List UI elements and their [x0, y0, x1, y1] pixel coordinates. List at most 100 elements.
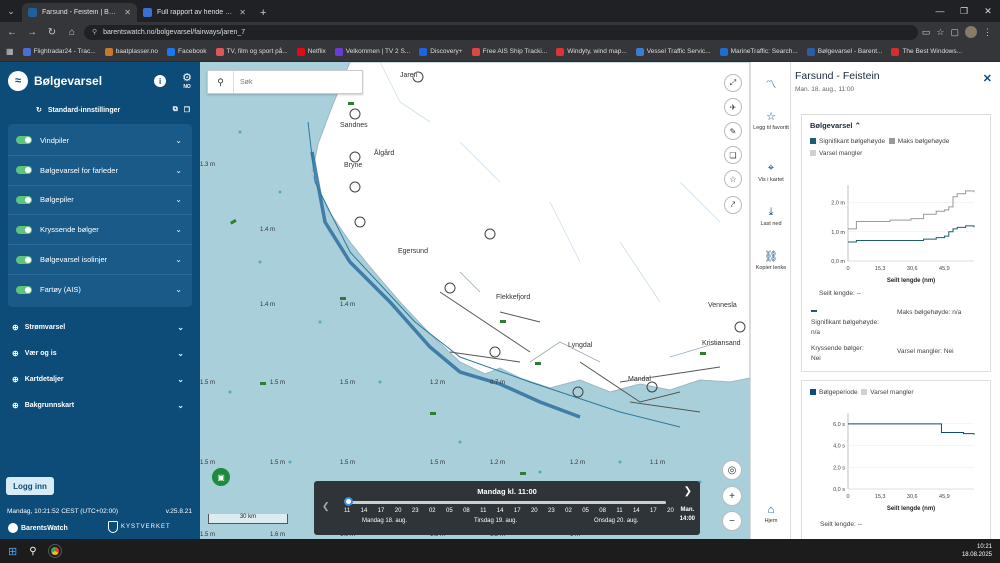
chevron-down-icon[interactable]: ⌄ [175, 255, 182, 264]
timeline-slider-handle[interactable] [344, 497, 353, 506]
layer-toggle[interactable] [16, 166, 32, 175]
close-panel-icon[interactable]: ✕ [983, 72, 992, 85]
chevron-down-icon[interactable]: ⌄ [177, 401, 184, 410]
barentswatch-logo[interactable]: BarentsWatch [8, 523, 68, 533]
map-view[interactable]: ⚲ Jaren Sandnes Ålgård Bryne Egersund Fl… [200, 62, 750, 539]
legend-sig-item[interactable]: Signifikant bølgehøyde [810, 138, 885, 145]
search-icon[interactable]: ⚲ [208, 71, 234, 93]
bookmark-item[interactable]: MarineTraffic: Search... [719, 47, 798, 56]
tab-search-icon[interactable]: ⌄ [0, 0, 22, 22]
bookmark-item[interactable]: The Best Windows... [891, 47, 962, 56]
layer-group-row[interactable]: ⊕ Strømvarsel ⌄ [0, 315, 200, 341]
apps-icon[interactable]: ▦ [6, 47, 14, 56]
home-button[interactable]: ⌂ Hjem [751, 504, 791, 524]
favorite-map-icon[interactable]: ☆ [724, 170, 742, 188]
legend-max-item[interactable]: Maks bølgehøyde [888, 138, 949, 145]
chevron-down-icon[interactable]: ⌄ [177, 323, 184, 332]
bookmark-item[interactable]: Discovery+ [419, 47, 463, 56]
wave-height-chart[interactable]: 0,0 m 1,0 m 2,0 m 0 15,3 30,6 45,9 Seilt lengde… [802, 175, 990, 285]
start-icon[interactable]: ⊞ [8, 545, 17, 558]
reload-icon[interactable]: ↻ [44, 24, 60, 40]
close-tab-icon[interactable]: ✕ [124, 8, 131, 17]
site-info-icon[interactable]: ⚲ [92, 28, 97, 36]
home-icon[interactable]: ⌂ [64, 24, 80, 40]
bookmark-item[interactable]: baatplasser.no [104, 47, 158, 56]
taskbar-clock[interactable]: 10:21 18.08.2025 [962, 543, 992, 559]
wave-period-chart[interactable]: 0,0 s 2,0 s 4,0 s 6,0 s 0 15,3 30,6 45,9 Seilt l… [802, 403, 990, 513]
cast-icon[interactable]: ▭ [922, 27, 931, 38]
login-button[interactable]: Logg inn [6, 477, 54, 495]
search-input[interactable] [234, 71, 362, 93]
bookmark-item[interactable]: Velkommen | TV 2 S... [334, 47, 410, 56]
layer-row[interactable]: Bølgevarsel for farleder ⌄ [8, 156, 192, 186]
profile-avatar[interactable] [965, 26, 977, 38]
layers-icon[interactable]: ❐ [184, 106, 190, 114]
bookmark-item[interactable]: Facebook [167, 47, 207, 56]
legend-period-item[interactable]: Bølgeperiode [810, 389, 858, 396]
layer-row[interactable]: Kryssende bølger ⌄ [8, 215, 192, 246]
fullscreen-button[interactable]: ⤢ [724, 74, 742, 92]
copy-icon[interactable]: ⧉ [173, 106, 178, 114]
bookmark-item[interactable]: Netflix [296, 47, 326, 56]
download-button[interactable]: ⤓ Last ned [751, 206, 791, 227]
bookmark-item[interactable]: Vessel Traffic Servic... [635, 47, 711, 56]
chevron-down-icon[interactable]: ⌄ [175, 166, 182, 175]
favorite-button[interactable]: ☆ Legg til favoritt [751, 110, 791, 131]
timeline-prev-button[interactable]: ❮ [322, 501, 330, 512]
legend-missing-item[interactable]: Varsel mangler [861, 389, 914, 396]
back-icon[interactable]: ← [4, 24, 20, 40]
chevron-down-icon[interactable]: ⌄ [177, 375, 184, 384]
layers-map-icon[interactable]: ❏ [724, 146, 742, 164]
measure-icon[interactable]: ✎ [724, 122, 742, 140]
close-tab-icon[interactable]: ✕ [239, 8, 246, 17]
layer-toggle[interactable] [16, 136, 32, 145]
layer-group-row[interactable]: ⊕ Vær og is ⌄ [0, 341, 200, 367]
copy-link-button[interactable]: ⛓ Kopier lenke [751, 250, 791, 271]
browser-tab-active[interactable]: Farsund - Feistein | Bølgevarsel ✕ [22, 3, 137, 22]
timeline-next-button[interactable]: ❯ [684, 486, 692, 497]
taskbar-search-icon[interactable]: ⚲ [29, 546, 36, 557]
extensions-icon[interactable]: ▢ [950, 27, 959, 38]
settings-button[interactable]: ⚙ NO [182, 72, 192, 90]
bookmark-item[interactable]: Flightradar24 - Trac... [22, 47, 96, 56]
locate-icon[interactable]: ◎ [722, 460, 742, 480]
bookmark-item[interactable]: Free AIS Ship Tracki... [471, 47, 547, 56]
kystverket-logo[interactable]: KYSTVERKET [108, 521, 171, 533]
show-map-button[interactable]: ⌖ Vis i kartet [751, 162, 791, 183]
chevron-down-icon[interactable]: ⌄ [177, 349, 184, 358]
layer-toggle[interactable] [16, 195, 32, 204]
bookmark-item[interactable]: TV, film og sport på... [215, 47, 288, 56]
wave-section-header[interactable]: Bølgevarsel ⌃ [802, 115, 990, 136]
layer-toggle[interactable] [16, 255, 32, 264]
layer-toggle[interactable] [16, 225, 32, 234]
bookmark-star-icon[interactable]: ☆ [936, 27, 944, 38]
reset-icon[interactable]: ↻ [36, 106, 42, 114]
close-window-icon[interactable]: ✕ [976, 6, 1000, 17]
restore-icon[interactable]: ❐ [952, 6, 976, 17]
chevron-down-icon[interactable]: ⌄ [175, 195, 182, 204]
chat-icon[interactable]: ▣ [212, 468, 230, 486]
legend-missing-item[interactable]: Varsel mangler [810, 150, 862, 157]
layer-toggle[interactable] [16, 285, 32, 294]
share-icon[interactable]: ⤤ [724, 196, 742, 214]
bookmark-item[interactable]: Bølgevarsel - Barent... [806, 47, 882, 56]
zoom-in-button[interactable]: + [722, 486, 742, 506]
layer-row[interactable]: Bølgepiler ⌄ [8, 186, 192, 216]
layer-group-row[interactable]: ⊕ Kartdetaljer ⌄ [0, 367, 200, 393]
browser-tab[interactable]: Full rapport av hende sesbase - ... ✕ [137, 3, 252, 22]
layer-row[interactable]: Bølgevarsel isolinjer ⌄ [8, 245, 192, 275]
chevron-down-icon[interactable]: ⌄ [175, 136, 182, 145]
bookmark-item[interactable]: Windyty, wind map... [556, 47, 627, 56]
layer-row[interactable]: Fartøy (AIS) ⌄ [8, 275, 192, 305]
chevron-down-icon[interactable]: ⌄ [175, 225, 182, 234]
layer-group-row[interactable]: ⊕ Bakgrunnskart ⌄ [0, 393, 200, 419]
chrome-icon[interactable] [47, 544, 62, 558]
layer-row[interactable]: Vindpiler ⌄ [8, 126, 192, 156]
menu-icon[interactable]: ⋮ [983, 27, 992, 38]
timeline-slider[interactable] [346, 501, 666, 504]
zoom-out-button[interactable]: − [722, 511, 742, 531]
address-bar[interactable]: ⚲ barentswatch.no/bolgevarsel/fairways/j… [84, 24, 918, 40]
chart-toggle-button[interactable]: 〽 [751, 76, 791, 94]
chevron-down-icon[interactable]: ⌄ [175, 285, 182, 294]
compass-icon[interactable]: ✈ [724, 98, 742, 116]
